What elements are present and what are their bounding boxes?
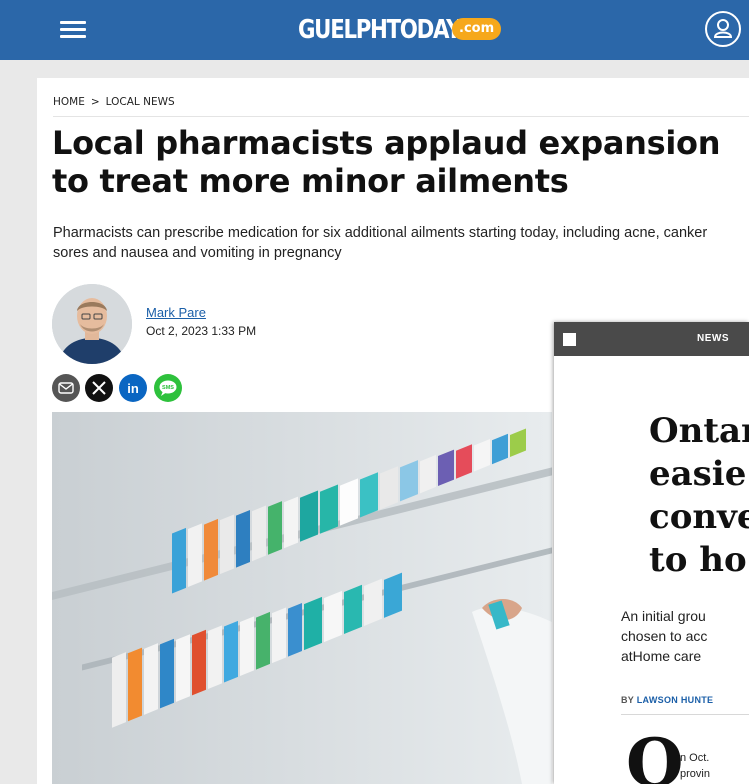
divider [621,714,749,715]
drop-cap: O [626,724,684,784]
ad-body-text: An initial grou chosen to acc atHome car… [621,608,708,664]
x-icon [92,381,106,395]
share-x-button[interactable] [85,374,113,402]
sms-icon: SMS [159,380,177,396]
svg-text:SMS: SMS [162,385,174,391]
breadcrumb-local-news[interactable]: LOCAL NEWS [106,96,175,108]
publish-date: Oct 2, 2023 1:33 PM [146,324,257,338]
ad-paragraph-start: n Oct. provin [680,752,710,780]
ad-byline: BY LAWSON HUNTE [621,695,713,705]
email-icon [58,382,74,394]
divider [53,116,749,117]
logo-badge: .com [452,18,502,40]
sponsored-panel[interactable]: NEWS Ontar easie conve to ho An initial … [554,322,749,784]
site-header: GUELPHTODAY .com [0,0,749,60]
share-linkedin-button[interactable]: in [119,374,147,402]
menu-icon[interactable] [60,21,86,39]
article-headline: Local pharmacists applaud expansion to t… [52,124,721,200]
publisher-logo-icon [563,333,576,346]
article-hero-image[interactable] [52,412,552,784]
ad-headline[interactable]: Ontar easie conve to ho [649,410,749,582]
ad-byline-name[interactable]: LAWSON HUNTE [637,695,714,705]
author-avatar[interactable] [52,284,132,364]
breadcrumb: HOME > LOCAL NEWS [53,96,175,108]
site-logo[interactable]: GUELPHTODAY .com [298,13,502,47]
article-subhead: Pharmacists can prescribe medication for… [53,225,708,261]
author-name-link[interactable]: Mark Pare [146,305,206,320]
breadcrumb-home[interactable]: HOME [53,96,85,108]
ad-byline-prefix: BY [621,695,637,705]
account-icon[interactable] [705,11,741,47]
share-sms-button[interactable]: SMS [154,374,182,402]
logo-text: GUELPHTODAY [298,15,462,45]
ad-section-tag: NEWS [697,333,729,344]
ad-header-bar: NEWS [554,322,749,356]
breadcrumb-separator: > [90,96,100,108]
linkedin-icon: in [127,380,139,396]
share-email-button[interactable] [52,374,80,402]
